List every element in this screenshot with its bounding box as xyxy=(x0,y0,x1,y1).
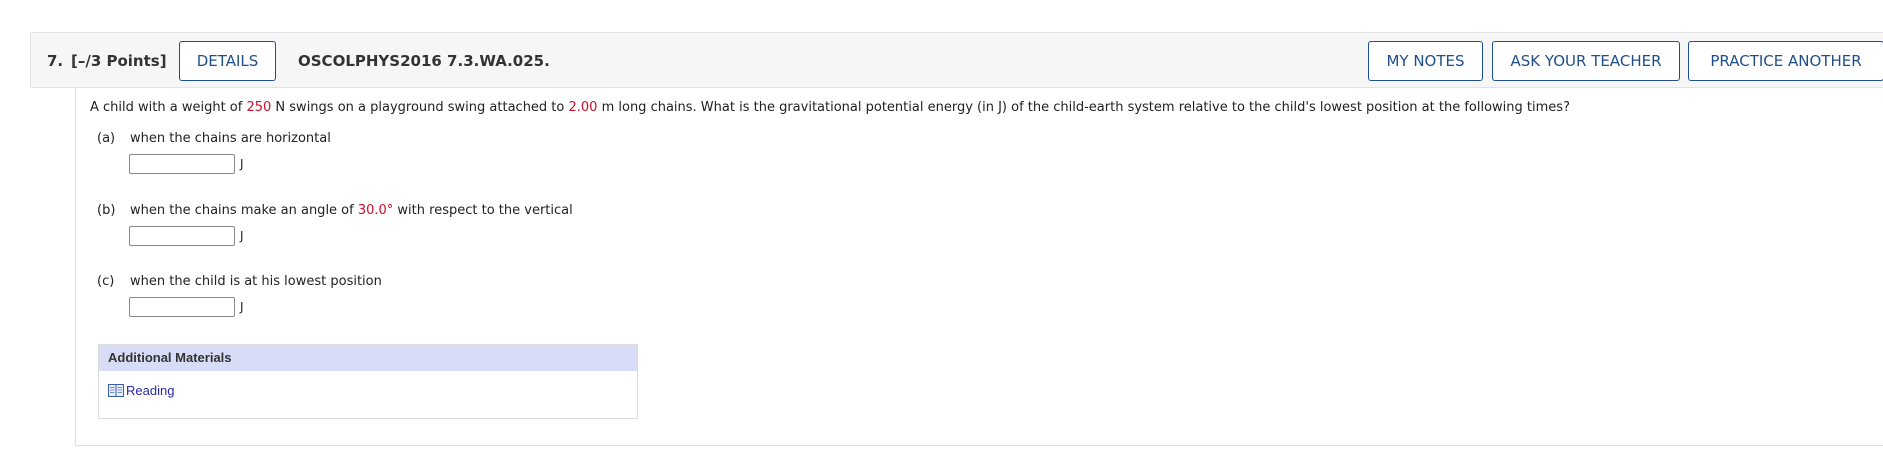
weight-value: 250 xyxy=(246,100,272,115)
practice-another-button[interactable]: PRACTICE ANOTHER xyxy=(1688,41,1883,81)
additional-materials-panel: Additional Materials Reading xyxy=(98,344,638,419)
part-a-answer-row: J xyxy=(129,154,244,174)
part-c-letter: (c) xyxy=(97,274,115,289)
part-a-answer-input[interactable] xyxy=(129,154,235,174)
part-a-letter: (a) xyxy=(97,131,116,146)
part-b-prompt: (b) when the chains make an angle of 30.0… xyxy=(97,203,573,218)
book-icon xyxy=(108,384,124,397)
question-page: 7. [–/3 Points] DETAILS OSCOLPHYS2016 7.… xyxy=(0,0,1883,469)
part-c-unit: J xyxy=(240,300,244,314)
part-c-prompt: (c) when the child is at his lowest posit… xyxy=(97,274,382,289)
question-number: 7. xyxy=(47,52,64,70)
my-notes-button[interactable]: MY NOTES xyxy=(1368,41,1483,81)
part-b-answer-row: J xyxy=(129,226,244,246)
part-a-prompt: (a) when the chains are horizontal xyxy=(97,131,331,146)
stem-text-2: N swings on a playground swing attached … xyxy=(271,100,569,115)
angle-value: 30.0° xyxy=(357,203,394,218)
question-code: OSCOLPHYS2016 7.3.WA.025. xyxy=(298,52,550,70)
part-c-answer-row: J xyxy=(129,297,244,317)
ask-your-teacher-button[interactable]: ASK YOUR TEACHER xyxy=(1492,41,1680,81)
details-button[interactable]: DETAILS xyxy=(179,41,276,81)
part-c-answer-input[interactable] xyxy=(129,297,235,317)
part-a-text: when the chains are horizontal xyxy=(130,131,331,146)
reading-link-label[interactable]: Reading xyxy=(126,383,174,398)
reading-link[interactable]: Reading xyxy=(108,383,174,398)
part-c-text: when the child is at his lowest position xyxy=(130,274,382,289)
question-stem: A child with a weight of 250 N swings on… xyxy=(90,100,1570,115)
part-a-unit: J xyxy=(240,157,244,171)
part-b-unit: J xyxy=(240,229,244,243)
length-value: 2.00 xyxy=(568,100,598,115)
part-b-text-after: with respect to the vertical xyxy=(393,203,573,218)
part-b-letter: (b) xyxy=(97,203,116,218)
part-b-answer-input[interactable] xyxy=(129,226,235,246)
question-header: 7. [–/3 Points] DETAILS OSCOLPHYS2016 7.… xyxy=(30,32,1883,88)
question-points: [–/3 Points] xyxy=(71,52,167,70)
stem-text-3: m long chains. What is the gravitational… xyxy=(597,100,1570,115)
question-body: A child with a weight of 250 N swings on… xyxy=(75,88,1883,446)
additional-materials-heading: Additional Materials xyxy=(99,345,637,371)
part-b-text-before: when the chains make an angle of xyxy=(130,203,358,218)
stem-text-1: A child with a weight of xyxy=(90,100,247,115)
